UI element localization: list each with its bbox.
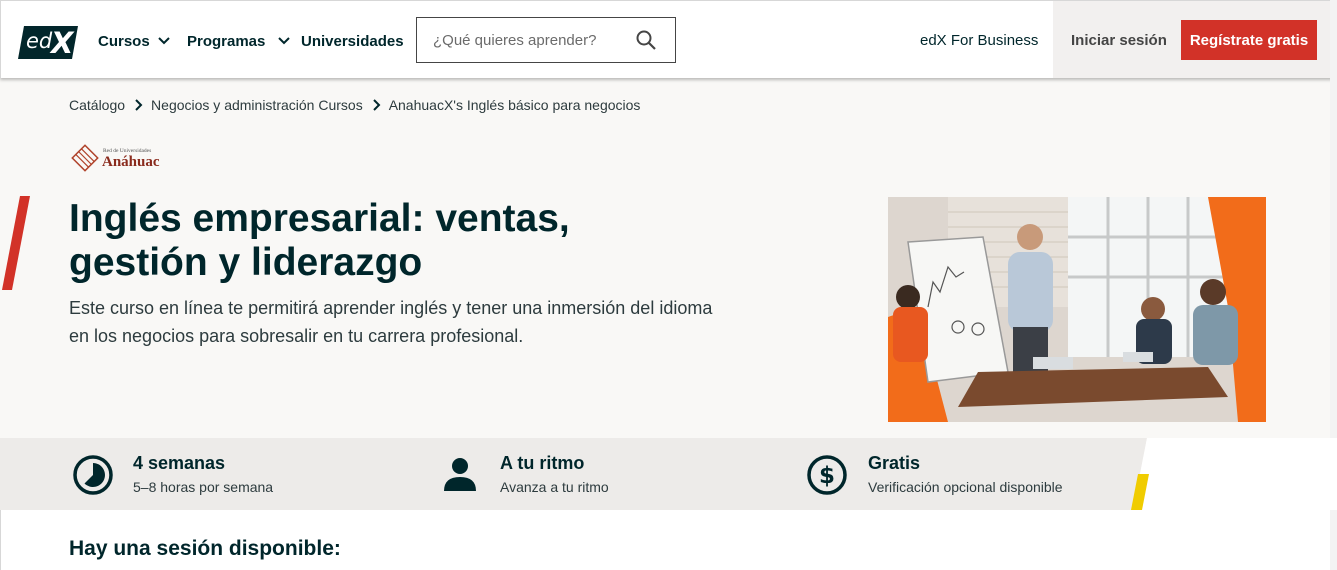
chevron-down-icon [157,37,170,45]
chevron-right-icon [135,99,143,111]
feature-duration-subtitle: 5–8 horas por semana [133,479,274,495]
feature-pace-subtitle: Avanza a tu ritmo [500,479,609,495]
chevron-right-icon [372,99,381,111]
course-title-line2: gestión y liderazgo [69,241,423,284]
nav-programas-label: Programas [187,32,266,50]
nav-cursos-label: Cursos [98,32,150,50]
svg-text:X: X [49,26,75,59]
feature-duration-title: 4 semanas [133,453,226,473]
breadcrumb: Catálogo Negocios y administración Curso… [69,97,640,113]
clock-icon [73,455,113,495]
red-accent-stripe [2,196,30,290]
dollar-icon: $ [807,455,847,495]
nav-universidades-label: Universidades [301,32,404,50]
edx-logo[interactable]: ed X [18,26,78,59]
course-info-strip: 4 semanas 5–8 horas por semana A tu ritm… [0,438,1337,510]
login-link[interactable]: Iniciar sesión [1071,32,1167,49]
nav-programas[interactable]: Programas [187,31,291,51]
feature-price-subtitle: Verificación opcional disponible [868,479,1063,495]
course-description: Este curso en línea te permitirá aprende… [69,298,713,346]
search-box [416,17,676,63]
partner-name: Anáhuac [102,154,160,170]
breadcrumb-catalogo[interactable]: Catálogo [69,97,125,113]
register-button[interactable]: Regístrate gratis [1181,20,1317,60]
strip-background [0,438,1337,510]
breadcrumb-negocios[interactable]: Negocios y administración Cursos [151,97,363,113]
site-header: ed X Cursos Programas Universidades edX … [0,0,1337,78]
chevron-down-icon [278,37,291,45]
breadcrumb-course[interactable]: AnahuacX's Inglés básico para negocios [389,97,641,113]
business-link[interactable]: edX For Business [920,32,1038,49]
course-title-line1: Inglés empresarial: ventas, [69,197,570,240]
session-heading: Hay una sesión disponible: [69,537,341,560]
feature-price-title: Gratis [868,453,921,473]
nav-universidades[interactable]: Universidades [301,31,404,51]
anahuac-logo[interactable]: Red de Universidades Anáhuac [71,143,163,173]
course-hero-image [888,197,1266,422]
svg-text:ed: ed [26,29,53,53]
search-input[interactable] [417,18,627,62]
search-icon[interactable] [635,29,657,51]
course-title: Inglés empresarial: ventas, gestión y li… [69,197,709,285]
svg-text:$: $ [819,463,835,489]
person-icon [444,458,476,491]
nav-cursos[interactable]: Cursos [98,31,171,51]
feature-pace-title: A tu ritmo [500,453,585,473]
